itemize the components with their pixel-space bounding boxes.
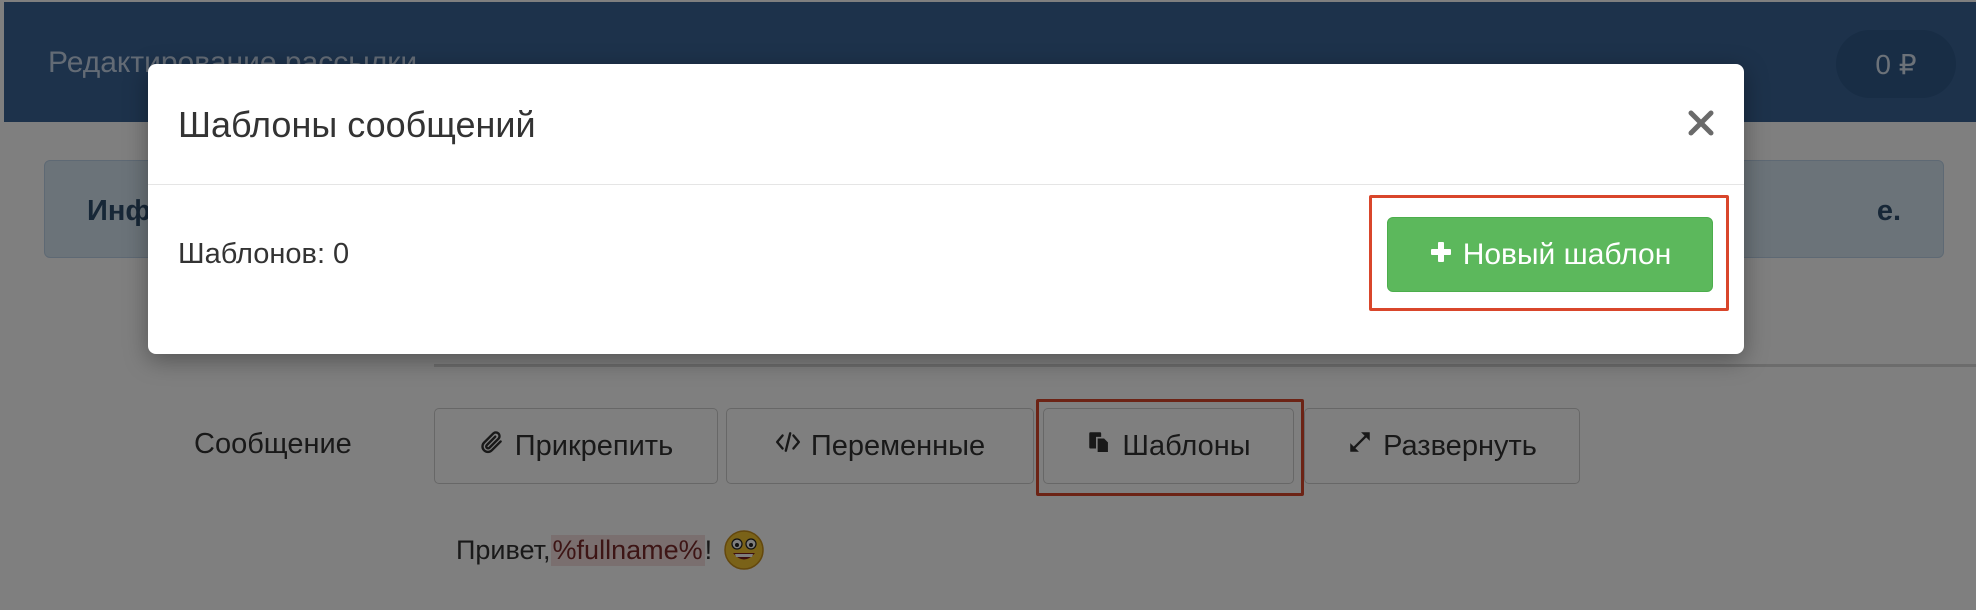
templates-modal: Шаблоны сообщений Шаблонов: 0 Новый шабл…	[148, 64, 1744, 354]
new-template-button-label: Новый шаблон	[1462, 237, 1672, 271]
plus-icon	[1429, 238, 1453, 272]
close-button[interactable]	[1686, 108, 1716, 138]
close-icon	[1686, 110, 1716, 142]
modal-title: Шаблоны сообщений	[178, 104, 536, 145]
new-template-button[interactable]: Новый шаблон	[1387, 217, 1713, 292]
modal-header: Шаблоны сообщений	[148, 64, 1744, 185]
template-count: Шаблонов: 0	[178, 238, 350, 270]
